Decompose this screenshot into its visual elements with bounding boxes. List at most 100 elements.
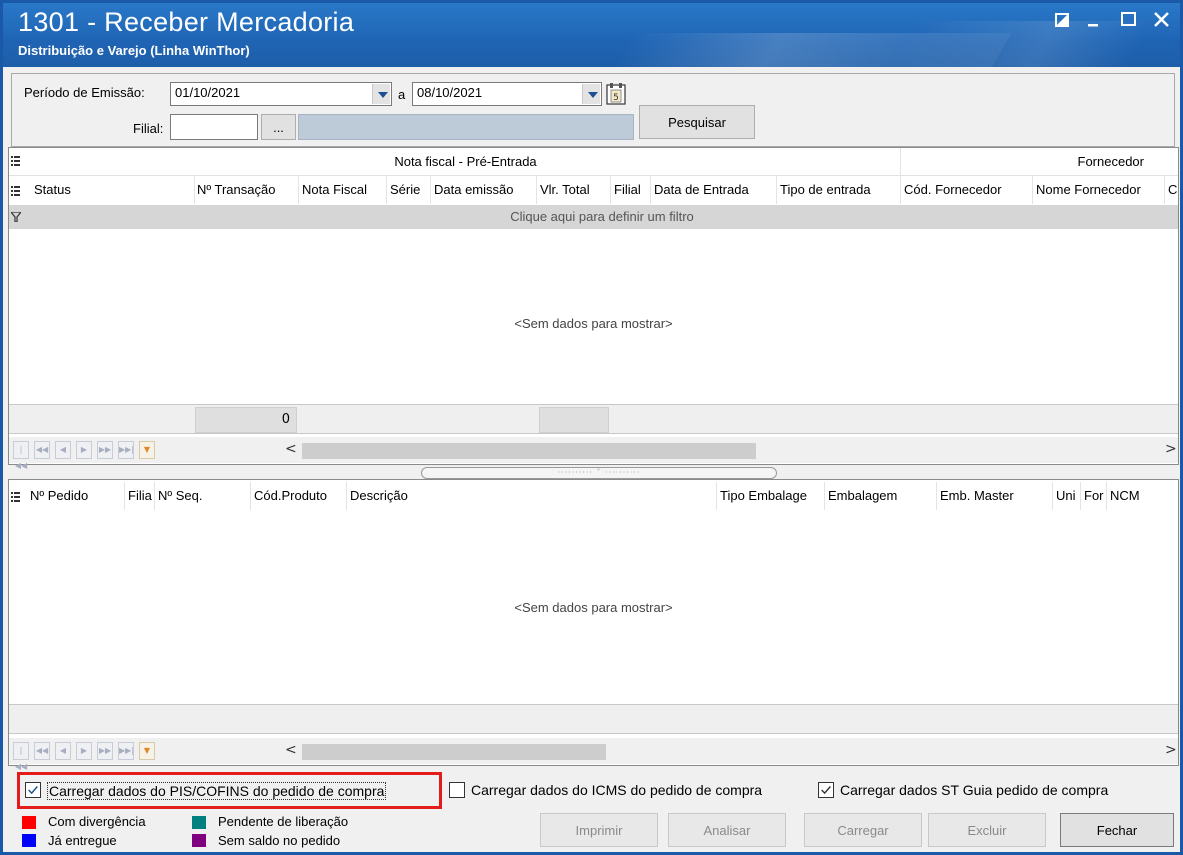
column-chooser-icon[interactable] [11, 185, 21, 197]
legend-swatch-entregue [22, 834, 36, 847]
next-page-icon[interactable]: ▶▶ [97, 441, 113, 459]
prev-page-icon[interactable]: ◀◀ [34, 441, 50, 459]
prev-page-icon[interactable]: ◀◀ [34, 742, 50, 760]
load-button[interactable]: Carregar [804, 813, 922, 847]
legend-pendente: Pendente de liberação [218, 814, 349, 829]
legend-swatch-pendente [192, 816, 206, 829]
group-header-fornecedor: Fornecedor [1077, 154, 1144, 169]
prev-record-icon[interactable]: ◀ [55, 742, 71, 760]
legend-swatch-divergencia [22, 816, 36, 829]
title-bar: 1301 - Receber Mercadoria Distribuição e… [3, 3, 1180, 67]
analyze-button[interactable]: Analisar [668, 813, 786, 847]
filter-icon[interactable] [11, 212, 21, 222]
scroll-left-icon[interactable]: < [285, 441, 297, 457]
last-record-icon[interactable]: ▶▶| [118, 742, 134, 760]
col-unidade[interactable]: Uni [1053, 482, 1081, 510]
to-label: a [398, 87, 406, 102]
col-fornecedor[interactable]: For [1081, 482, 1107, 510]
legend-divergencia: Com divergência [48, 814, 146, 829]
filial-name-field [298, 114, 634, 140]
filial-lookup-button[interactable]: ... [261, 114, 296, 140]
icms-label[interactable]: Carregar dados do ICMS do pedido de comp… [471, 782, 762, 798]
minimize-icon[interactable] [1083, 9, 1105, 31]
next-record-icon[interactable]: ▶ [76, 441, 92, 459]
col-filial[interactable]: Filial [611, 176, 651, 204]
col-data-entrada[interactable]: Data de Entrada [651, 176, 777, 204]
grid2-summary-footer [9, 704, 1178, 734]
col-nome-fornecedor[interactable]: Nome Fornecedor [1033, 176, 1165, 204]
pis-cofins-checkbox[interactable] [25, 782, 41, 798]
scroll-right-icon[interactable]: > [1165, 742, 1177, 758]
grid2-empty-text: <Sem dados para mostrar> [514, 600, 673, 615]
col-num-seq[interactable]: Nº Seq. [155, 482, 251, 510]
pis-cofins-label[interactable]: Carregar dados do PIS/COFINS do pedido d… [47, 782, 387, 800]
next-record-icon[interactable]: ▶ [76, 742, 92, 760]
filial-input[interactable] [170, 114, 258, 140]
dropdown-arrow-icon[interactable] [582, 84, 600, 104]
col-serie[interactable]: Série [387, 176, 431, 204]
first-record-icon[interactable]: |◀◀ [13, 742, 29, 771]
grid1-navigator: |◀◀ ◀◀ ◀ ▶ ▶▶ ▶▶| ▼ < > [9, 437, 1178, 470]
col-descricao[interactable]: Descrição [347, 482, 717, 510]
horizontal-scrollbar-thumb[interactable] [302, 443, 756, 459]
st-guia-checkbox[interactable] [818, 782, 834, 798]
grid1-summary-footer: 0 [9, 404, 1178, 434]
window-subtitle: Distribuição e Varejo (Linha WinThor) [18, 43, 250, 58]
dropdown-arrow-icon[interactable] [372, 84, 390, 104]
legend-swatch-sem-saldo [192, 834, 206, 847]
col-status[interactable]: Status [31, 176, 195, 204]
legend-sem-saldo: Sem saldo no pedido [218, 833, 341, 848]
column-chooser-icon[interactable] [11, 491, 21, 503]
col-cod-fornecedor[interactable]: Cód. Fornecedor [901, 176, 1033, 204]
nota-fiscal-grid: Nota fiscal - Pré-Entrada Fornecedor Sta… [8, 147, 1180, 470]
scroll-left-icon[interactable]: < [285, 742, 297, 758]
col-cod-produto[interactable]: Cód.Produto [251, 482, 347, 510]
col-transacao[interactable]: Nº Transação [195, 176, 299, 204]
col-tipo-embalagem[interactable]: Tipo Embalage [717, 482, 825, 510]
last-record-icon[interactable]: ▶▶| [118, 441, 134, 459]
date-to-value: 08/10/2021 [417, 85, 483, 100]
col-tipo-entrada[interactable]: Tipo de entrada [777, 176, 901, 204]
col-data-emissao[interactable]: Data emissão [431, 176, 537, 204]
window-title: 1301 - Receber Mercadoria [18, 7, 355, 37]
close-button[interactable]: Fechar [1060, 813, 1174, 847]
column-chooser-icon[interactable] [11, 155, 21, 167]
col-num-pedido[interactable]: Nº Pedido [27, 482, 125, 510]
filter-icon[interactable]: ▼ [139, 742, 155, 760]
date-from-value: 01/10/2021 [175, 85, 241, 100]
col-truncated[interactable]: C [1165, 176, 1180, 204]
itens-grid: Nº Pedido Filia Nº Seq. Cód.Produto Desc… [8, 479, 1180, 771]
date-from-combo[interactable]: 01/10/2021 [170, 82, 392, 106]
col-embalagem[interactable]: Embalagem [825, 482, 937, 510]
filter-icon[interactable]: ▼ [139, 441, 155, 459]
restore-icon[interactable] [1052, 9, 1074, 31]
scroll-right-icon[interactable]: > [1165, 441, 1177, 457]
splitter-handle[interactable]: ·········· ˅ ·········· [421, 467, 777, 479]
periodo-label: Período de Emissão: [24, 85, 145, 100]
col-filial[interactable]: Filia [125, 482, 155, 510]
summary-count: 0 [195, 407, 297, 433]
filter-row[interactable]: Clique aqui para definir um filtro [9, 205, 1178, 229]
print-button[interactable]: Imprimir [540, 813, 658, 847]
filial-label: Filial: [133, 121, 164, 136]
st-guia-label[interactable]: Carregar dados ST Guia pedido de compra [840, 782, 1108, 798]
col-emb-master[interactable]: Emb. Master [937, 482, 1053, 510]
col-nota-fiscal[interactable]: Nota Fiscal [299, 176, 387, 204]
filter-prompt: Clique aqui para definir um filtro [510, 209, 694, 224]
summary-total [539, 407, 609, 433]
delete-button[interactable]: Excluir [928, 813, 1046, 847]
date-to-combo[interactable]: 08/10/2021 [412, 82, 602, 106]
next-page-icon[interactable]: ▶▶ [97, 742, 113, 760]
icms-checkbox[interactable] [449, 782, 465, 798]
close-icon[interactable] [1151, 9, 1173, 31]
search-button[interactable]: Pesquisar [639, 105, 755, 139]
horizontal-scrollbar-thumb[interactable] [302, 744, 606, 760]
prev-record-icon[interactable]: ◀ [55, 441, 71, 459]
first-record-icon[interactable]: |◀◀ [13, 441, 29, 470]
calendar-icon[interactable]: 5 [605, 82, 627, 106]
app-window: 1301 - Receber Mercadoria Distribuição e… [0, 0, 1183, 855]
col-ncm[interactable]: NCM [1107, 482, 1180, 510]
group-header-nota: Nota fiscal - Pré-Entrada [31, 148, 901, 176]
maximize-icon[interactable] [1118, 9, 1140, 31]
col-vlr-total[interactable]: Vlr. Total [537, 176, 611, 204]
